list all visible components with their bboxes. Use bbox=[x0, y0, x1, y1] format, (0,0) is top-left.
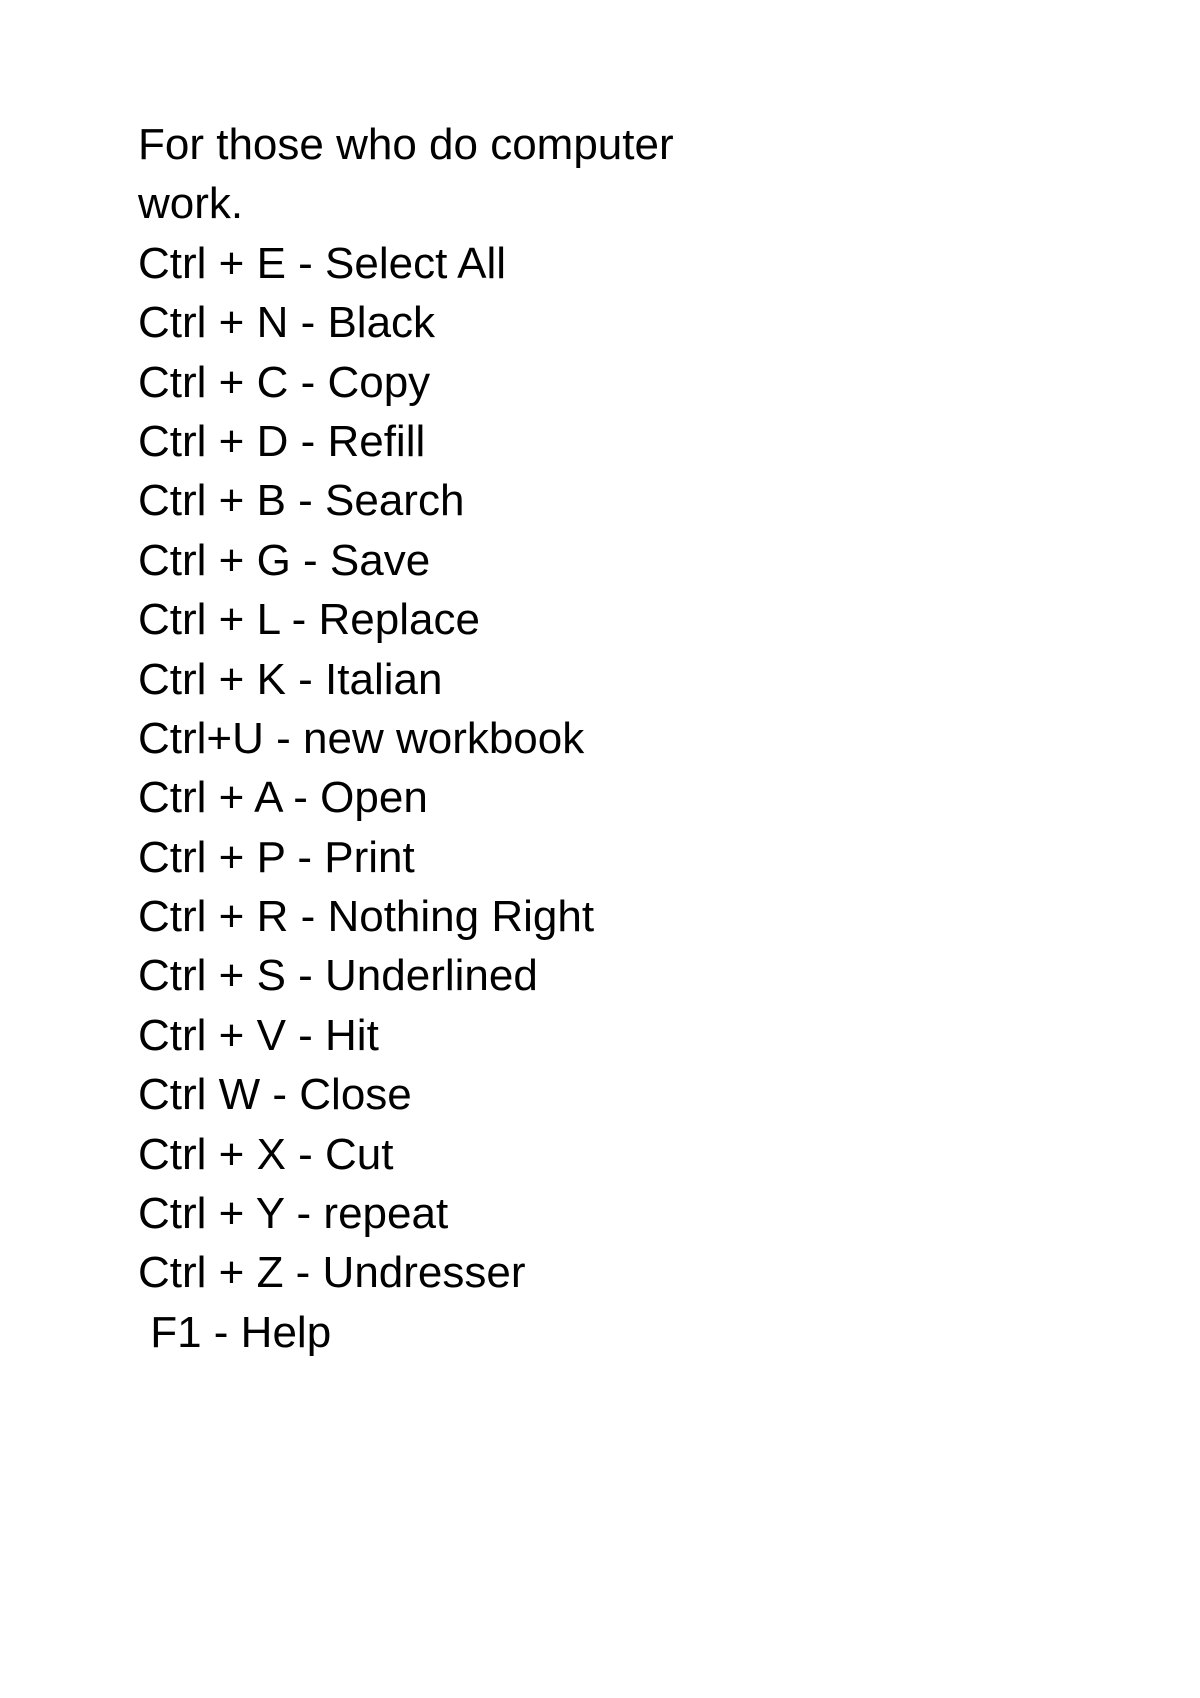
shortcut-line: Ctrl + G - Save bbox=[138, 531, 1062, 590]
shortcut-line: Ctrl + X - Cut bbox=[138, 1125, 1062, 1184]
shortcut-line: Ctrl + L - Replace bbox=[138, 590, 1062, 649]
shortcut-line: Ctrl + C - Copy bbox=[138, 353, 1062, 412]
document-content: For those who do computer work. Ctrl + E… bbox=[138, 115, 1062, 1362]
shortcut-line: Ctrl + K - Italian bbox=[138, 650, 1062, 709]
shortcut-line: F1 - Help bbox=[138, 1303, 1062, 1362]
shortcut-line: Ctrl W - Close bbox=[138, 1065, 1062, 1124]
shortcut-line: Ctrl + R - Nothing Right bbox=[138, 887, 1062, 946]
heading-line-1: For those who do computer bbox=[138, 115, 1062, 174]
shortcut-line: Ctrl + S - Underlined bbox=[138, 946, 1062, 1005]
shortcut-line: Ctrl + E - Select All bbox=[138, 234, 1062, 293]
shortcut-line: Ctrl + Y - repeat bbox=[138, 1184, 1062, 1243]
shortcut-line: Ctrl + D - Refill bbox=[138, 412, 1062, 471]
shortcut-line: Ctrl + V - Hit bbox=[138, 1006, 1062, 1065]
shortcut-line: Ctrl + N - Black bbox=[138, 293, 1062, 352]
shortcut-line: Ctrl+U - new workbook bbox=[138, 709, 1062, 768]
heading-line-2: work. bbox=[138, 174, 1062, 233]
shortcut-line: Ctrl + Z - Undresser bbox=[138, 1243, 1062, 1302]
shortcut-line: Ctrl + B - Search bbox=[138, 471, 1062, 530]
shortcut-line: Ctrl + P - Print bbox=[138, 828, 1062, 887]
shortcut-line: Ctrl + A - Open bbox=[138, 768, 1062, 827]
